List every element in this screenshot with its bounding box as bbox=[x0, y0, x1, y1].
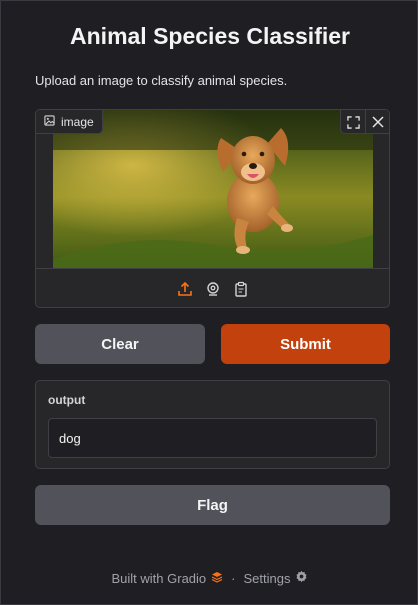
clipboard-icon[interactable] bbox=[232, 280, 250, 298]
footer: Built with Gradio · Settings bbox=[1, 570, 418, 586]
gradio-logo-icon bbox=[211, 571, 223, 586]
submit-button[interactable]: Submit bbox=[221, 324, 390, 364]
built-with-gradio-link[interactable]: Built with Gradio bbox=[112, 571, 224, 586]
output-textbox[interactable]: dog bbox=[48, 418, 377, 458]
image-toolbar bbox=[340, 110, 389, 134]
app-window: Animal Species Classifier Upload an imag… bbox=[0, 0, 418, 605]
gear-icon bbox=[295, 570, 308, 586]
close-icon[interactable] bbox=[365, 110, 389, 134]
output-label: output bbox=[48, 393, 86, 407]
image-icon bbox=[44, 114, 55, 129]
image-input[interactable]: image bbox=[35, 109, 390, 308]
built-with-label: Built with Gradio bbox=[111, 570, 207, 586]
image-label: image bbox=[61, 114, 94, 129]
flag-button[interactable]: Flag bbox=[35, 485, 390, 525]
uploaded-image bbox=[53, 110, 373, 268]
upload-icon[interactable] bbox=[176, 280, 194, 298]
fullscreen-icon[interactable] bbox=[341, 110, 365, 134]
footer-separator: · bbox=[231, 570, 236, 586]
webcam-icon[interactable] bbox=[204, 280, 222, 298]
page-description: Upload an image to classify animal speci… bbox=[35, 73, 288, 88]
settings-label: Settings bbox=[243, 570, 291, 586]
image-source-bar bbox=[36, 268, 389, 307]
clear-button[interactable]: Clear bbox=[35, 324, 205, 364]
settings-link[interactable]: Settings bbox=[244, 570, 309, 586]
output-panel: output dog bbox=[35, 380, 390, 469]
image-label-badge: image bbox=[36, 110, 103, 134]
page-title: Animal Species Classifier bbox=[70, 23, 350, 49]
